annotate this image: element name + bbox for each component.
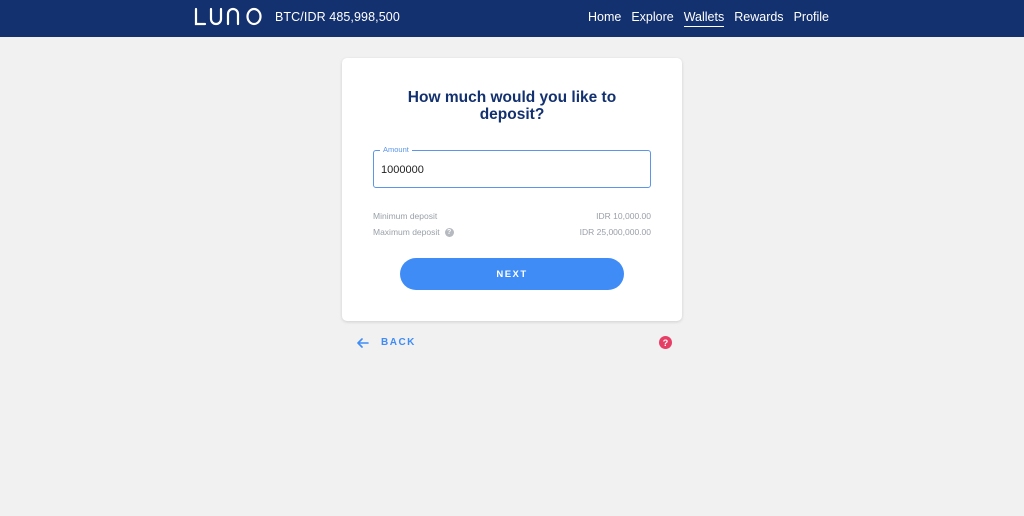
- help-icon[interactable]: ?: [659, 336, 672, 349]
- nav-explore[interactable]: Explore: [631, 10, 673, 27]
- amount-field[interactable]: Amount: [373, 145, 651, 188]
- main-nav: Home Explore Wallets Rewards Profile: [588, 10, 829, 27]
- maximum-deposit-row: Maximum deposit ? IDR 25,000,000.00: [373, 227, 651, 237]
- deposit-card: How much would you like to deposit? Amou…: [342, 58, 682, 321]
- nav-home[interactable]: Home: [588, 10, 621, 27]
- minimum-deposit-value: IDR 10,000.00: [596, 211, 651, 221]
- back-button[interactable]: BACK: [357, 337, 416, 348]
- luno-logo-icon: [194, 7, 262, 26]
- price-ticker: BTC/IDR 485,998,500: [275, 10, 400, 24]
- maximum-deposit-label-group: Maximum deposit ?: [373, 227, 454, 237]
- maximum-deposit-label: Maximum deposit: [373, 227, 440, 237]
- back-label: BACK: [381, 337, 416, 348]
- question-circle-icon[interactable]: ?: [444, 227, 454, 237]
- amount-label: Amount: [380, 145, 412, 154]
- nav-rewards[interactable]: Rewards: [734, 10, 783, 27]
- minimum-deposit-row: Minimum deposit IDR 10,000.00: [373, 211, 651, 221]
- next-button[interactable]: NEXT: [400, 258, 624, 290]
- nav-wallets[interactable]: Wallets: [683, 10, 725, 27]
- arrow-left-icon: [357, 337, 369, 348]
- nav-profile[interactable]: Profile: [794, 10, 829, 27]
- amount-input[interactable]: [381, 164, 641, 176]
- minimum-deposit-label: Minimum deposit: [373, 211, 438, 221]
- maximum-deposit-value: IDR 25,000,000.00: [579, 227, 651, 237]
- luno-logo[interactable]: [194, 6, 262, 28]
- top-navbar: BTC/IDR 485,998,500 Home Explore Wallets…: [0, 0, 1024, 37]
- page-title: How much would you like to deposit?: [407, 89, 617, 123]
